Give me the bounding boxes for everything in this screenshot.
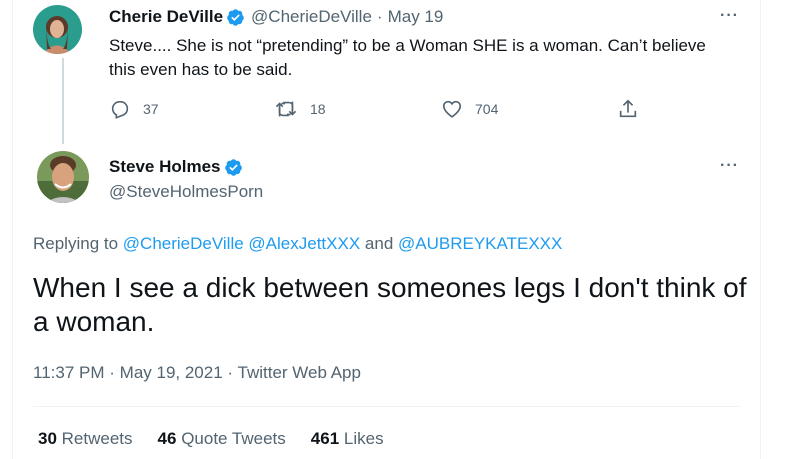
- share-icon: [619, 99, 637, 118]
- thread-connector-line: [62, 58, 64, 144]
- likes-stat[interactable]: 461 Likes: [311, 429, 384, 449]
- share-button[interactable]: [617, 98, 651, 120]
- and-text: and: [364, 234, 394, 253]
- retweets-count: 30: [38, 429, 57, 448]
- tweet-metadata: 11:37 PM · May 19, 2021 · Twitter Web Ap…: [33, 363, 361, 383]
- reply-button[interactable]: 37: [109, 98, 159, 120]
- retweets-label: Retweets: [61, 429, 133, 448]
- likes-label: Likes: [343, 429, 384, 448]
- like-button[interactable]: 704: [441, 98, 498, 120]
- avatar-cherie[interactable]: [33, 5, 82, 54]
- quotes-label: Quote Tweets: [181, 429, 286, 448]
- more-icon[interactable]: ···: [720, 157, 739, 175]
- engagement-stats: 30 Retweets 46 Quote Tweets 461 Likes: [38, 429, 384, 449]
- replying-to-line: Replying to @CherieDeVille @AlexJettXXX …: [33, 234, 562, 254]
- retweet-count: 18: [310, 101, 326, 117]
- retweet-icon: [275, 101, 297, 117]
- parent-date[interactable]: May 19: [388, 7, 444, 27]
- reply-tweet-text: When I see a dick between someones legs …: [33, 272, 747, 337]
- verified-badge-icon: [227, 8, 244, 26]
- divider: [33, 406, 740, 407]
- replying-prefix: Replying to: [33, 234, 119, 253]
- reply-display-name[interactable]: Steve Holmes: [109, 157, 221, 177]
- quotes-stat[interactable]: 46 Quote Tweets: [158, 429, 286, 449]
- more-icon[interactable]: ···: [720, 7, 739, 25]
- retweet-button[interactable]: 18: [274, 98, 326, 120]
- reply-count: 37: [143, 101, 159, 117]
- tweet-time[interactable]: 11:37 PM: [33, 363, 105, 382]
- reply-icon: [111, 101, 129, 119]
- quotes-count: 46: [157, 429, 177, 448]
- parent-tweet-text: Steve.... She is not “pretending” to be …: [109, 36, 706, 79]
- verified-badge-icon: [224, 158, 242, 176]
- parent-tweet-header: Cherie DeVille @CherieDeVille · May 19: [109, 7, 443, 27]
- mention-aubrey[interactable]: @AUBREYKATEXXX: [398, 234, 562, 253]
- mention-cherie[interactable]: @CherieDeVille: [123, 234, 244, 253]
- retweets-stat[interactable]: 30 Retweets: [38, 429, 133, 449]
- avatar-steve[interactable]: [37, 151, 89, 203]
- tweet-date[interactable]: May 19, 2021: [120, 363, 223, 382]
- meta-separator: ·: [109, 363, 115, 382]
- parent-display-name[interactable]: Cherie DeVille: [109, 7, 223, 27]
- mention-alex[interactable]: @AlexJettXXX: [248, 234, 360, 253]
- tweet-source[interactable]: Twitter Web App: [238, 363, 361, 382]
- header-separator: ·: [376, 7, 383, 26]
- meta-separator: ·: [227, 363, 234, 382]
- reply-handle[interactable]: @SteveHolmesPorn: [109, 182, 263, 202]
- likes-count: 461: [310, 429, 340, 448]
- reply-tweet-header: Steve Holmes: [109, 157, 243, 177]
- like-count: 704: [475, 101, 499, 117]
- like-icon: [442, 100, 462, 118]
- parent-handle[interactable]: @CherieDeVille: [251, 7, 372, 27]
